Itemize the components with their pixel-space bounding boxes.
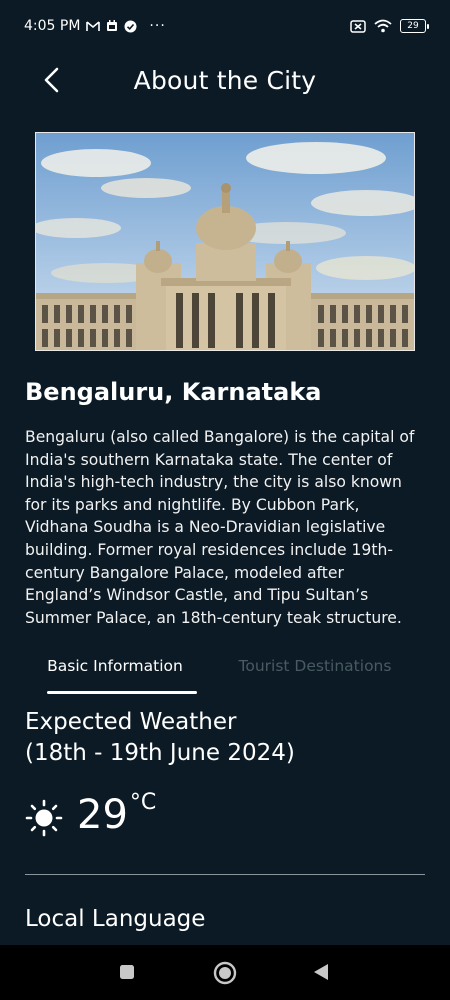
chevron-left-icon [44,67,59,93]
weather-title-line1: Expected Weather [25,709,237,735]
city-description: Bengaluru (also called Bangalore) is the… [25,428,415,627]
page-title: About the City [133,65,317,95]
more-notifications-icon: ··· [149,18,166,34]
home-circle-icon [213,961,237,985]
weather-title: Expected Weather (18th - 19th June 2024) [25,707,425,769]
no-sim-icon [350,19,366,33]
weather-date-range: (18th - 19th June 2024) [25,740,295,766]
sun-icon [25,799,63,837]
tab-tourist-destinations[interactable]: Tourist Destinations [215,652,415,696]
system-nav-bar [0,945,450,1000]
home-button[interactable] [213,961,237,985]
tab-label: Tourist Destinations [238,657,392,675]
status-time: 4:05 PM [24,18,81,34]
square-icon [120,965,134,979]
city-hero-image [35,132,415,351]
back-button[interactable] [36,64,68,96]
status-left: 4:05 PM ··· [24,18,166,34]
battery-level: 29 [407,21,419,31]
status-right: 29 [350,19,429,33]
section-divider [25,874,425,875]
info-tabs: Basic Information Tourist Destinations [25,652,425,696]
system-back-button[interactable] [312,963,330,981]
check-circle-icon [124,20,137,33]
tab-basic-information[interactable]: Basic Information [25,652,205,696]
recent-apps-button[interactable] [118,963,136,981]
active-tab-indicator [47,691,197,694]
gmail-icon [86,20,101,32]
tab-label: Basic Information [47,657,183,675]
temperature-value: 29 [77,792,128,838]
app-header: About the City [0,52,450,108]
calendar-icon [106,20,118,32]
wifi-icon [374,19,392,33]
temperature-unit: °C [129,790,157,815]
triangle-back-icon [314,964,328,980]
status-bar: 4:05 PM ··· 29 [0,0,450,52]
city-name: Bengaluru, Karnataka [25,378,322,406]
weather-row: 29 °C [25,790,156,840]
battery-icon: 29 [400,19,429,33]
local-language-heading: Local Language [25,906,206,932]
